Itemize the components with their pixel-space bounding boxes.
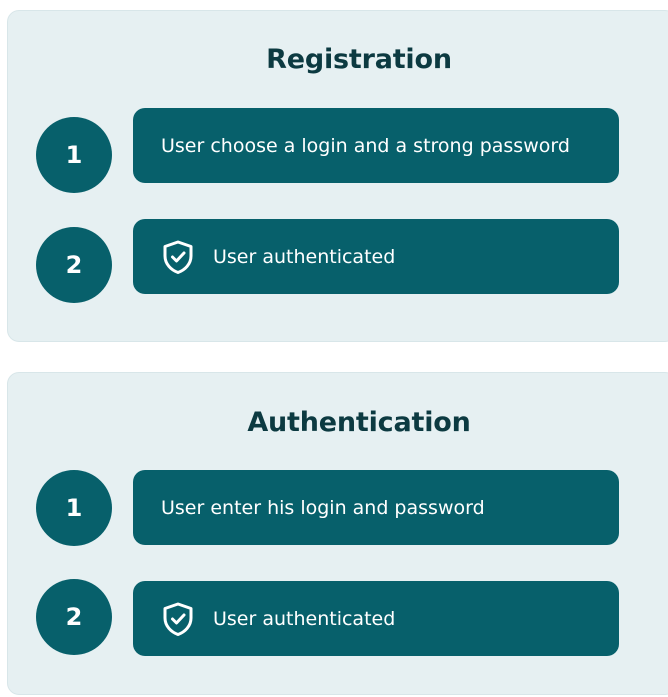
registration-step-1-text: User choose a login and a strong passwor… xyxy=(161,134,570,157)
authentication-step-2-box: User authenticated xyxy=(133,581,619,656)
authentication-step-2-text: User authenticated xyxy=(213,607,396,630)
registration-step-2-text: User authenticated xyxy=(213,245,396,268)
authentication-step-2-number: 2 xyxy=(36,579,112,655)
authentication-step-1-text: User enter his login and password xyxy=(161,496,485,519)
registration-panel: Registration 1 User choose a login and a… xyxy=(7,10,668,342)
shield-check-icon xyxy=(161,601,195,637)
registration-step-1-box: User choose a login and a strong passwor… xyxy=(133,108,619,183)
registration-title: Registration xyxy=(266,44,452,75)
authentication-step-1-number: 1 xyxy=(36,470,112,546)
shield-check-icon xyxy=(161,239,195,275)
registration-step-2-number: 2 xyxy=(36,227,112,303)
authentication-title: Authentication xyxy=(247,407,471,438)
authentication-panel: Authentication 1 User enter his login an… xyxy=(7,372,668,695)
registration-step-2-box: User authenticated xyxy=(133,219,619,294)
registration-step-1-number: 1 xyxy=(36,117,112,193)
authentication-step-1-box: User enter his login and password xyxy=(133,470,619,545)
